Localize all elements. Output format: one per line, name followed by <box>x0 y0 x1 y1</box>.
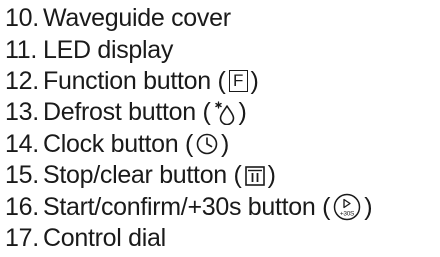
function-symbol-text: F <box>228 70 248 93</box>
start-symbol-text: +30S <box>340 211 355 218</box>
parts-list: 10. Waveguide cover 11. LED display 12. … <box>5 3 373 254</box>
close-paren: ) <box>221 129 230 158</box>
item-number: 10. <box>5 4 39 33</box>
list-item: 15. Stop/clear button ( ) <box>5 160 372 191</box>
snowflake-drop-icon <box>214 101 236 125</box>
clock-icon <box>196 133 218 155</box>
list-item: 10. Waveguide cover <box>5 3 372 34</box>
item-number: 14. <box>5 129 39 158</box>
item-label: Function button ( <box>43 66 226 95</box>
list-item: 14. Clock button ( ) <box>5 129 372 160</box>
item-number: 17. <box>5 223 39 252</box>
list-item: 11. LED display <box>5 34 372 65</box>
item-number: 15. <box>5 161 39 190</box>
item-label: Clock button ( <box>43 129 194 158</box>
item-label: Start/confirm/+30s button ( <box>43 192 331 221</box>
stop-clear-box-icon <box>244 165 265 186</box>
item-number: 11. <box>5 35 37 64</box>
item-number: 13. <box>5 98 39 127</box>
close-paren: ) <box>364 192 373 221</box>
item-label: Stop/clear button ( <box>43 161 242 190</box>
list-item: 16. Start/confirm/+30s button ( +30S ) <box>5 191 373 222</box>
close-paren: ) <box>250 66 259 95</box>
function-f-box-icon: F <box>228 70 248 93</box>
item-number: 16. <box>5 192 39 221</box>
start-play-circle-icon: +30S <box>333 193 361 221</box>
list-item: 12. Function button ( F ) <box>5 66 372 97</box>
item-label: Waveguide cover <box>43 4 231 33</box>
item-label: Defrost button ( <box>43 98 211 127</box>
close-paren: ) <box>238 98 247 127</box>
item-number: 12. <box>5 66 39 95</box>
item-label: Control dial <box>43 223 166 252</box>
list-item: 13. Defrost button ( ) <box>5 97 372 128</box>
close-paren: ) <box>267 161 276 190</box>
item-label: LED display <box>43 35 174 64</box>
list-item: 17. Control dial <box>5 223 372 254</box>
